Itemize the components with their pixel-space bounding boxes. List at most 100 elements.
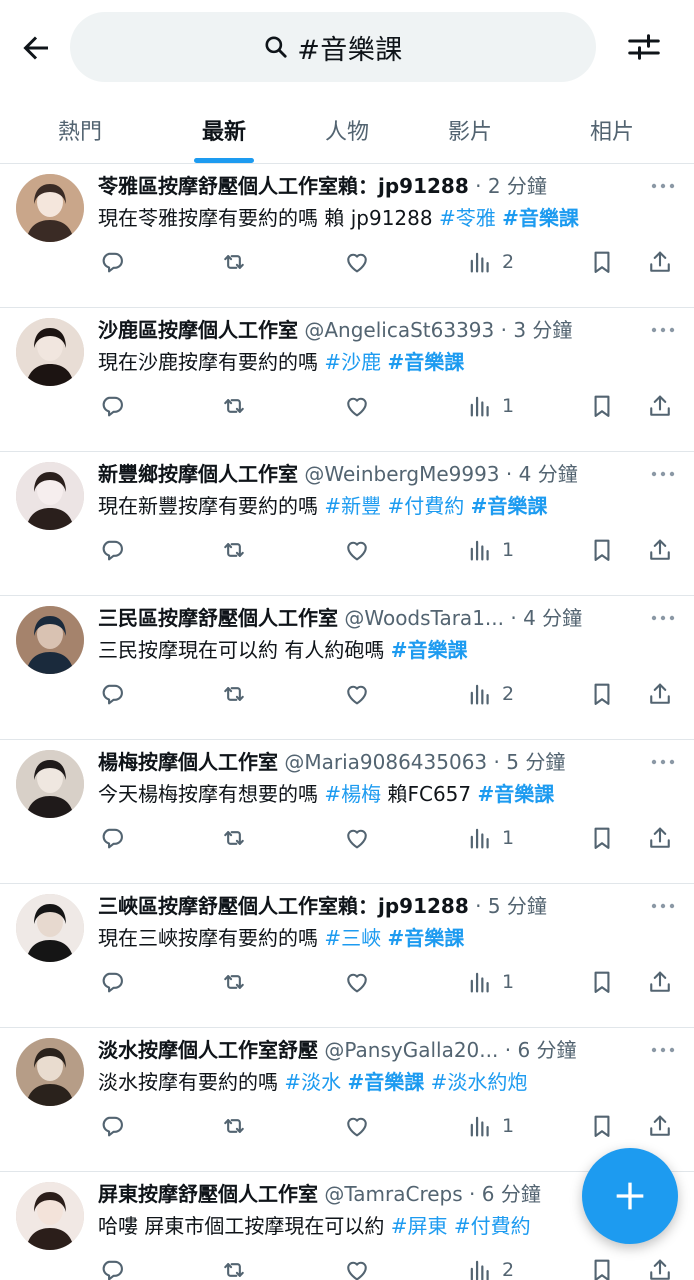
hashtag-link-highlight[interactable]: #音樂課 — [391, 638, 468, 662]
like-button[interactable] — [343, 242, 371, 282]
more-options-button[interactable] — [646, 750, 680, 774]
retweet-button[interactable] — [220, 1106, 248, 1146]
display-name[interactable]: 苓雅區按摩舒壓個人工作室賴：jp91288 — [98, 174, 469, 198]
retweet-button[interactable] — [220, 386, 248, 426]
display-name[interactable]: 屏東按摩舒壓個人工作室 — [98, 1182, 318, 1206]
bookmark-button[interactable] — [588, 962, 616, 1002]
tweet-row[interactable]: 淡水按摩個人工作室舒壓 @PansyGalla20... · 6 分鐘 淡水按摩… — [0, 1028, 694, 1172]
reply-button[interactable] — [98, 818, 126, 858]
hashtag-link-highlight[interactable]: #音樂課 — [502, 206, 579, 230]
hashtag-link[interactable]: #楊梅 — [324, 782, 381, 806]
hashtag-link[interactable]: #沙鹿 — [324, 350, 381, 374]
hashtag-link[interactable]: #新豐 — [324, 494, 381, 518]
display-name[interactable]: 楊梅按摩個人工作室 — [98, 750, 278, 774]
views-button[interactable]: 2 — [466, 1250, 514, 1280]
search-filter-button[interactable] — [620, 27, 668, 67]
like-button[interactable] — [343, 386, 371, 426]
retweet-button[interactable] — [220, 962, 248, 1002]
share-button[interactable] — [646, 1106, 674, 1146]
timestamp[interactable]: 3 分鐘 — [513, 318, 572, 342]
user-handle[interactable]: @WeinbergMe9993 — [304, 462, 499, 486]
bookmark-button[interactable] — [588, 674, 616, 714]
user-handle[interactable]: @Maria9086435063 — [284, 750, 487, 774]
reply-button[interactable] — [98, 1106, 126, 1146]
tab-latest[interactable]: 最新 — [164, 96, 284, 164]
retweet-button[interactable] — [220, 530, 248, 570]
reply-button[interactable] — [98, 242, 126, 282]
bookmark-button[interactable] — [588, 818, 616, 858]
avatar[interactable] — [16, 750, 84, 818]
more-options-button[interactable] — [646, 462, 680, 486]
timestamp[interactable]: 5 分鐘 — [488, 894, 547, 918]
bookmark-button[interactable] — [588, 1250, 616, 1280]
hashtag-link-highlight[interactable]: #音樂課 — [471, 494, 548, 518]
tweet-row[interactable]: 三民區按摩舒壓個人工作室 @WoodsTara1... · 4 分鐘 三民按摩現… — [0, 596, 694, 740]
more-options-button[interactable] — [646, 318, 680, 342]
share-button[interactable] — [646, 242, 674, 282]
search-input[interactable]: #音樂課 — [70, 12, 596, 82]
user-handle[interactable]: @PansyGalla20... — [324, 1038, 498, 1062]
retweet-button[interactable] — [220, 1250, 248, 1280]
share-button[interactable] — [646, 530, 674, 570]
hashtag-link-highlight[interactable]: #音樂課 — [387, 350, 464, 374]
avatar[interactable] — [16, 1182, 84, 1250]
hashtag-link-highlight[interactable]: #音樂課 — [347, 1070, 424, 1094]
hashtag-link-highlight[interactable]: #音樂課 — [477, 782, 554, 806]
like-button[interactable] — [343, 1250, 371, 1280]
share-button[interactable] — [646, 818, 674, 858]
tab-people[interactable]: 人物 — [287, 96, 407, 164]
display-name[interactable]: 新豐鄉按摩個人工作室 — [98, 462, 298, 486]
user-handle[interactable]: @WoodsTara1... — [344, 606, 504, 630]
like-button[interactable] — [343, 1106, 371, 1146]
hashtag-link[interactable]: #付費約 — [387, 494, 464, 518]
avatar[interactable] — [16, 894, 84, 962]
more-options-button[interactable] — [646, 894, 680, 918]
display-name[interactable]: 淡水按摩個人工作室舒壓 — [98, 1038, 318, 1062]
tab-photos[interactable]: 相片 — [552, 96, 672, 164]
views-button[interactable]: 2 — [466, 674, 514, 714]
views-button[interactable]: 1 — [466, 818, 514, 858]
views-button[interactable]: 1 — [466, 1106, 514, 1146]
compose-button[interactable] — [582, 1148, 678, 1244]
hashtag-link[interactable]: #苓雅 — [439, 206, 496, 230]
avatar[interactable] — [16, 318, 84, 386]
hashtag-link-highlight[interactable]: #音樂課 — [387, 926, 464, 950]
tab-videos[interactable]: 影片 — [410, 96, 530, 164]
reply-button[interactable] — [98, 1250, 126, 1280]
views-button[interactable]: 1 — [466, 530, 514, 570]
timestamp[interactable]: 5 分鐘 — [506, 750, 565, 774]
display-name[interactable]: 沙鹿區按摩個人工作室 — [98, 318, 298, 342]
hashtag-link[interactable]: #付費約 — [454, 1214, 531, 1238]
bookmark-button[interactable] — [588, 386, 616, 426]
timestamp[interactable]: 4 分鐘 — [519, 462, 578, 486]
bookmark-button[interactable] — [588, 530, 616, 570]
user-handle[interactable]: @AngelicaSt63393 — [304, 318, 494, 342]
like-button[interactable] — [343, 674, 371, 714]
display-name[interactable]: 三民區按摩舒壓個人工作室 — [98, 606, 338, 630]
avatar[interactable] — [16, 174, 84, 242]
like-button[interactable] — [343, 818, 371, 858]
avatar[interactable] — [16, 1038, 84, 1106]
share-button[interactable] — [646, 674, 674, 714]
retweet-button[interactable] — [220, 674, 248, 714]
share-button[interactable] — [646, 1250, 674, 1280]
tweet-row[interactable]: 楊梅按摩個人工作室 @Maria9086435063 · 5 分鐘 今天楊梅按摩… — [0, 740, 694, 884]
timestamp[interactable]: 4 分鐘 — [523, 606, 582, 630]
more-options-button[interactable] — [646, 606, 680, 630]
user-handle[interactable]: @TamraCreps — [324, 1182, 462, 1206]
views-button[interactable]: 1 — [466, 962, 514, 1002]
share-button[interactable] — [646, 386, 674, 426]
hashtag-link[interactable]: #淡水 — [284, 1070, 341, 1094]
timestamp[interactable]: 6 分鐘 — [482, 1182, 541, 1206]
timestamp[interactable]: 6 分鐘 — [517, 1038, 576, 1062]
retweet-button[interactable] — [220, 242, 248, 282]
views-button[interactable]: 2 — [466, 242, 514, 282]
bookmark-button[interactable] — [588, 242, 616, 282]
hashtag-link[interactable]: #淡水約炮 — [431, 1070, 528, 1094]
reply-button[interactable] — [98, 674, 126, 714]
share-button[interactable] — [646, 962, 674, 1002]
hashtag-link[interactable]: #三峽 — [324, 926, 381, 950]
reply-button[interactable] — [98, 386, 126, 426]
tweet-row[interactable]: 新豐鄉按摩個人工作室 @WeinbergMe9993 · 4 分鐘 現在新豐按摩… — [0, 452, 694, 596]
more-options-button[interactable] — [646, 1038, 680, 1062]
